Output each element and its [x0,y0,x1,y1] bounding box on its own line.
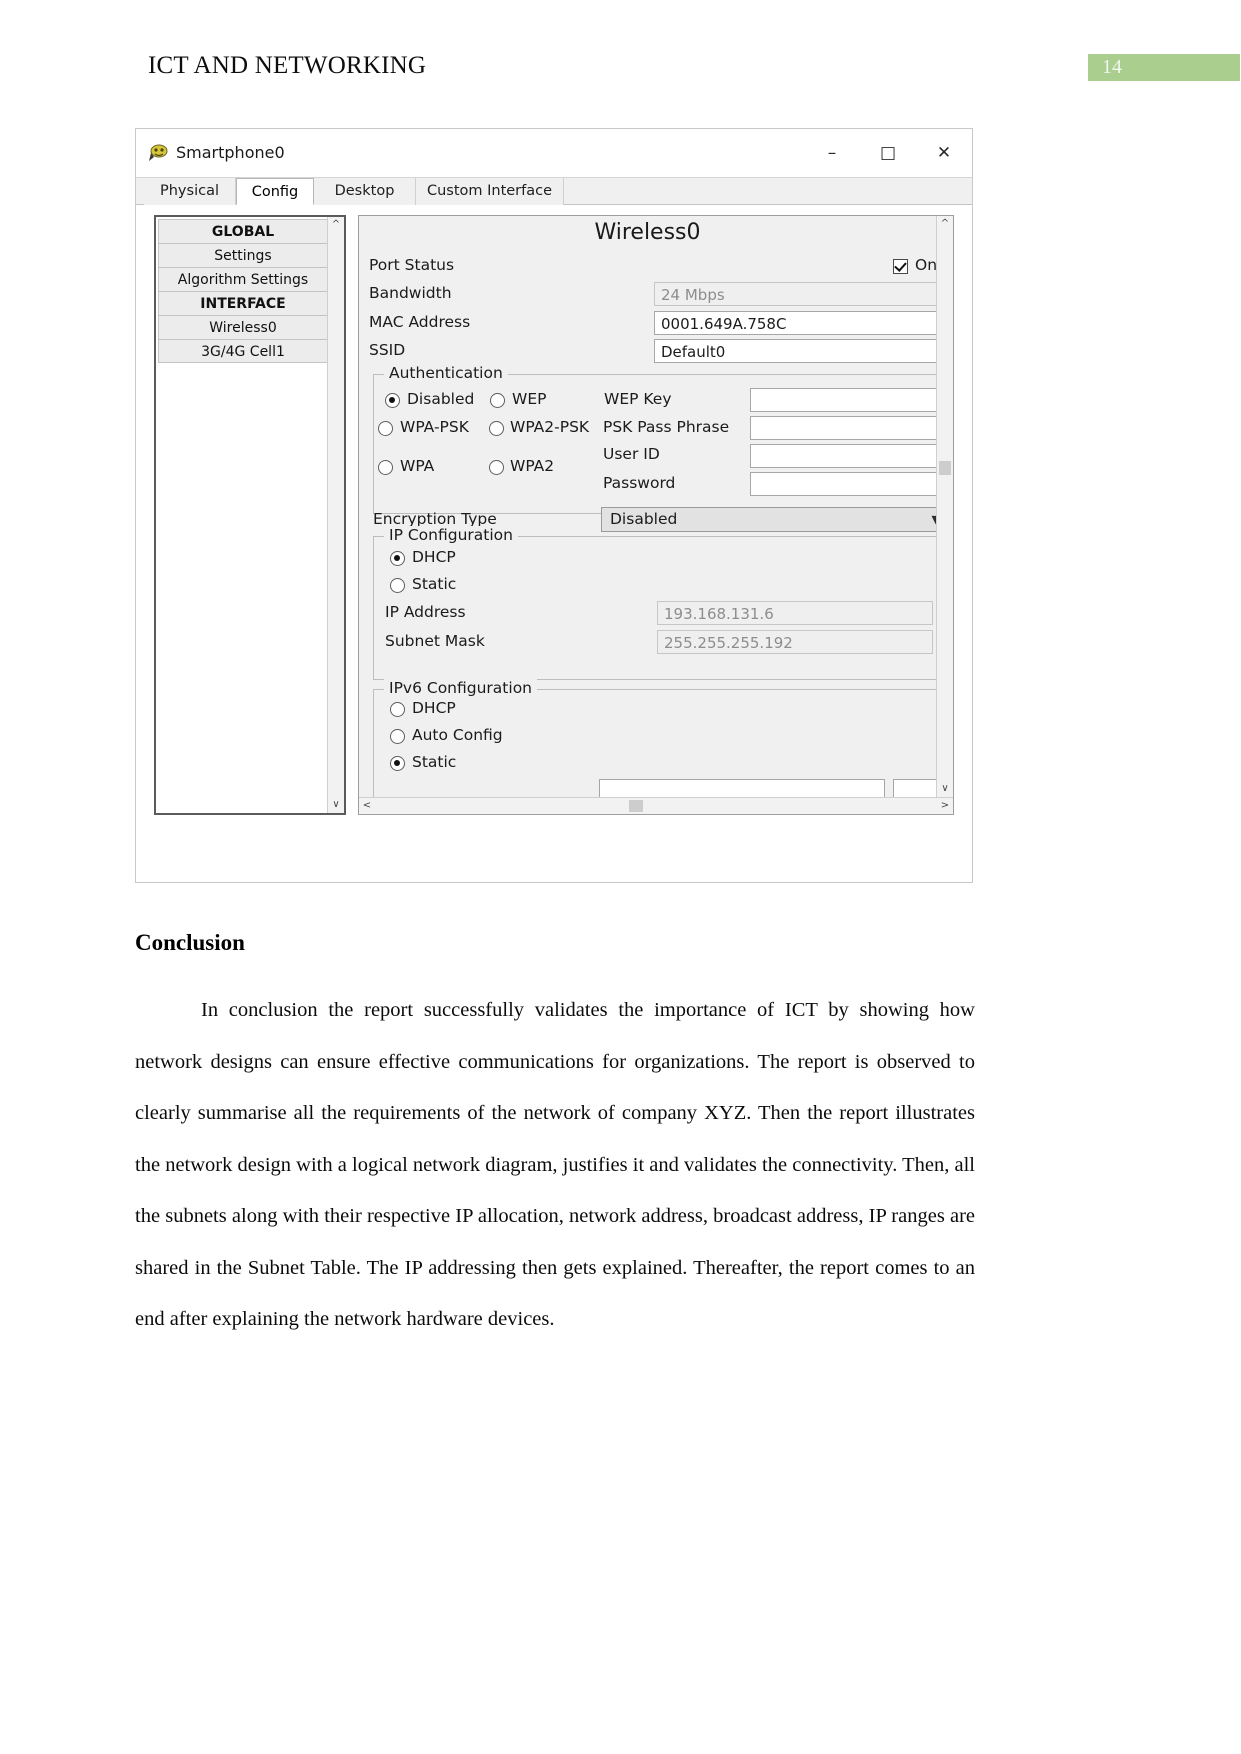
authentication-group-title: Authentication [384,364,508,382]
tab-desktop[interactable]: Desktop [314,178,416,205]
tab-strip: Physical Config Desktop Custom Interface [136,177,972,205]
ipv6-address-input[interactable] [599,779,885,797]
subnet-mask-label: Subnet Mask [385,632,485,650]
conclusion-heading: Conclusion [135,930,245,955]
psk-pass-phrase-input[interactable] [750,416,936,440]
radio-auth-wpa2-psk[interactable] [489,421,504,436]
radio-ipv6-static-label: Static [412,753,457,771]
wep-key-input[interactable] [750,388,936,412]
page-header: ICT AND NETWORKING 14 [0,0,1241,110]
wireless-config-panel: Wireless0 Port Status On Bandwidth 24 Mb… [358,215,954,815]
smartphone-device-icon [148,142,170,164]
maximize-icon: □ [879,143,897,163]
tree-item-interface[interactable]: INTERFACE [158,291,328,315]
ssid-label: SSID [369,341,406,359]
radio-ipv6-static[interactable] [390,756,405,771]
encryption-type-value: Disabled [610,510,678,528]
radio-auth-wep[interactable] [490,393,505,408]
tree-item-wireless0[interactable]: Wireless0 [158,315,328,339]
radio-ipv6-auto-config-label: Auto Config [412,726,503,744]
tree-scrollbar[interactable]: ^ ∨ [327,217,344,813]
config-vertical-scroll-thumb[interactable] [939,461,951,475]
minimize-button[interactable]: – [804,129,860,177]
page-number: 14 [1102,56,1122,78]
mac-address-label: MAC Address [369,313,471,331]
port-status-checkbox[interactable] [893,259,908,274]
tree-item-algorithm-settings[interactable]: Algorithm Settings [158,267,328,291]
radio-auth-wpa2-psk-label: WPA2-PSK [510,418,590,436]
page-title: ICT AND NETWORKING [148,52,427,79]
tree-item-settings[interactable]: Settings [158,243,328,267]
ipv6-configuration-group-title: IPv6 Configuration [384,679,537,697]
close-icon: ✕ [936,143,952,163]
maximize-button[interactable]: □ [860,129,916,177]
close-button[interactable]: ✕ [916,129,972,177]
ipv6-prefix-input[interactable] [893,779,936,797]
ip-address-label: IP Address [385,603,466,621]
bandwidth-value: 24 Mbps [654,282,936,306]
tab-physical[interactable]: Physical [144,178,236,205]
psk-pass-phrase-label: PSK Pass Phrase [603,418,730,436]
user-id-label: User ID [603,445,660,463]
interface-title: Wireless0 [594,220,701,245]
page-number-badge: 14 [1088,54,1240,81]
radio-ip-dhcp-label: DHCP [412,548,456,566]
radio-ipv6-dhcp-label: DHCP [412,699,456,717]
radio-auth-wpa-label: WPA [400,457,435,475]
config-scroll-down-icon[interactable]: ∨ [937,781,953,797]
window-titlebar: Smartphone0 – □ ✕ [136,129,972,177]
radio-ip-static-label: Static [412,575,457,593]
tree-item-3g4g-cell1[interactable]: 3G/4G Cell1 [158,339,328,363]
mac-address-input[interactable]: 0001.649A.758C [654,311,936,335]
window-title: Smartphone0 [176,143,285,162]
radio-ip-static[interactable] [390,578,405,593]
smartphone-config-screenshot: Smartphone0 – □ ✕ Physical Config Deskto… [135,128,973,883]
bandwidth-label: Bandwidth [369,284,452,302]
config-vertical-scrollbar[interactable]: ^ ∨ [936,216,953,797]
password-label: Password [603,474,676,492]
minimize-icon: – [827,143,837,163]
radio-auth-wep-label: WEP [512,390,547,408]
tree-item-global[interactable]: GLOBAL [158,219,328,243]
config-tree-panel: GLOBAL Settings Algorithm Settings INTER… [154,215,346,815]
tab-config[interactable]: Config [236,178,314,205]
tree-scroll-down-icon[interactable]: ∨ [328,797,344,813]
port-status-on-label: On [915,256,936,274]
ip-address-value: 193.168.131.6 [657,601,933,625]
conclusion-paragraph: In conclusion the report successfully va… [135,999,975,1330]
radio-auth-wpa-psk[interactable] [378,421,393,436]
encryption-type-select[interactable]: Disabled ▼ [601,507,936,532]
radio-auth-wpa2[interactable] [489,460,504,475]
wireless-config-content: Wireless0 Port Status On Bandwidth 24 Mb… [359,216,936,797]
radio-auth-wpa-psk-label: WPA-PSK [400,418,469,436]
ip-configuration-group-title: IP Configuration [384,526,518,544]
radio-auth-disabled-label: Disabled [407,390,475,408]
radio-ipv6-auto-config[interactable] [390,729,405,744]
config-horizontal-scrollbar[interactable]: < > [359,797,953,814]
ssid-input[interactable]: Default0 [654,339,936,363]
subnet-mask-value: 255.255.255.192 [657,630,933,654]
radio-auth-wpa2-label: WPA2 [510,457,555,475]
config-scroll-left-icon[interactable]: < [359,798,375,814]
password-input[interactable] [750,472,936,496]
config-horizontal-scroll-thumb[interactable] [629,800,643,812]
radio-ip-dhcp[interactable] [390,551,405,566]
window-body: GLOBAL Settings Algorithm Settings INTER… [136,205,972,882]
config-scroll-right-icon[interactable]: > [937,798,953,814]
config-tree-list: GLOBAL Settings Algorithm Settings INTER… [158,219,328,363]
wep-key-label: WEP Key [604,390,672,408]
tree-scroll-up-icon[interactable]: ^ [328,217,344,233]
radio-auth-disabled[interactable] [385,393,400,408]
tab-custom-interface[interactable]: Custom Interface [416,178,564,205]
user-id-input[interactable] [750,444,936,468]
config-scroll-up-icon[interactable]: ^ [937,216,953,232]
radio-auth-wpa[interactable] [378,460,393,475]
radio-ipv6-dhcp[interactable] [390,702,405,717]
port-status-label: Port Status [369,256,455,274]
